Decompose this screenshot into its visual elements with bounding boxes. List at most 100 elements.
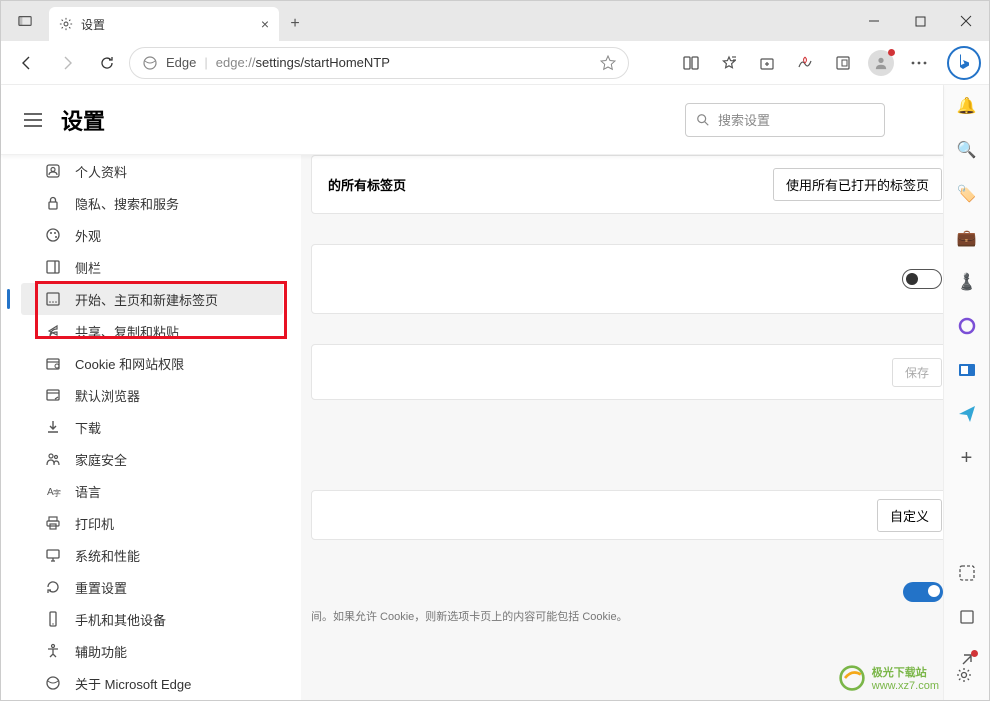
office-icon[interactable] (952, 311, 982, 341)
forward-button (49, 45, 85, 81)
profile-avatar[interactable] (863, 45, 899, 81)
add-sidebar-icon[interactable]: + (952, 443, 982, 473)
bell-icon[interactable]: 🔔 (952, 91, 982, 121)
edge-sidebar: 🔔 🔍 🏷️ 💼 ♟️ + (943, 85, 989, 700)
search-placeholder: 搜索设置 (718, 110, 770, 129)
search-settings-input[interactable]: 搜索设置 (685, 103, 885, 137)
sidebar-item-label: 默认浏览器 (75, 386, 140, 405)
collections-icon[interactable] (749, 45, 785, 81)
outlook-icon[interactable] (952, 355, 982, 385)
sidebar-item-cookie[interactable]: Cookie 和网站权限 (21, 347, 283, 379)
shopping-tag-icon[interactable]: 🏷️ (952, 179, 982, 209)
sidebar-item-label: 打印机 (75, 514, 114, 533)
save-card: 保存 (311, 344, 959, 400)
use-all-tabs-button[interactable]: 使用所有已打开的标签页 (773, 168, 942, 201)
split-screen-icon[interactable] (673, 45, 709, 81)
sidebar-item-printer[interactable]: 打印机 (21, 507, 283, 539)
close-window-button[interactable] (943, 1, 989, 41)
sidebar-item-label: 家庭安全 (75, 450, 127, 469)
sidebar-item-label: 隐私、搜索和服务 (75, 194, 179, 213)
watermark: 极光下载站 www.xz7.com (838, 664, 939, 692)
appearance-icon (45, 227, 61, 243)
tab-title: 设置 (81, 16, 105, 33)
window-controls (851, 1, 989, 41)
lock-icon (45, 195, 61, 211)
sidebar-item-label: Cookie 和网站权限 (75, 354, 184, 373)
language-icon: A字 (45, 483, 61, 499)
favorite-star-icon[interactable] (600, 55, 616, 71)
sidebar-item-download[interactable]: 下载 (21, 411, 283, 443)
sidebar-item-language[interactable]: A字语言 (21, 475, 283, 507)
printer-icon (45, 515, 61, 531)
bing-sidebar-button[interactable] (947, 46, 981, 80)
svg-text:字: 字 (53, 488, 61, 498)
close-tab-icon[interactable]: × (261, 16, 269, 32)
settings-nav: 个人资料隐私、搜索和服务外观侧栏开始、主页和新建标签页共享、复制和粘贴 Cooki… (1, 155, 301, 700)
tab-actions-icon[interactable] (1, 1, 49, 41)
reset-icon (45, 579, 61, 595)
performance-icon[interactable] (787, 45, 823, 81)
search-icon (696, 113, 710, 127)
new-tab-button[interactable]: + (279, 7, 311, 41)
toggle-on[interactable] (903, 582, 943, 602)
accessibility-icon (45, 643, 61, 659)
sidebar-item-appearance[interactable]: 外观 (21, 219, 283, 251)
system-icon (45, 547, 61, 563)
download-icon (45, 419, 61, 435)
browser-icon (45, 387, 61, 403)
minimize-button[interactable] (851, 1, 897, 41)
sidebar-item-lock[interactable]: 隐私、搜索和服务 (21, 187, 283, 219)
sidebar-item-phone[interactable]: 手机和其他设备 (21, 603, 283, 635)
sidebar-item-share[interactable]: 共享、复制和粘贴 (21, 315, 283, 347)
phone-icon (45, 611, 61, 627)
sidebar-item-label: 个人资料 (75, 162, 127, 181)
more-menu-icon[interactable] (901, 45, 937, 81)
sidebar-item-sidebar[interactable]: 侧栏 (21, 251, 283, 283)
briefcase-icon[interactable]: 💼 (952, 223, 982, 253)
browser-toolbar: Edge | edge://settings/startHomeNTP (1, 41, 989, 85)
sidebar-item-label: 共享、复制和粘贴 (75, 322, 179, 341)
sidebar-item-about[interactable]: 关于 Microsoft Edge (21, 667, 283, 699)
hamburger-menu-icon[interactable] (19, 106, 47, 134)
toggle-off[interactable] (902, 269, 942, 289)
page-title: 设置 (61, 104, 105, 136)
sidebar-item-family[interactable]: 家庭安全 (21, 443, 283, 475)
send-icon[interactable] (952, 399, 982, 429)
customize-button[interactable]: 自定义 (877, 499, 942, 532)
maximize-button[interactable] (897, 1, 943, 41)
about-icon (45, 675, 61, 691)
toggle-card-1 (311, 244, 959, 314)
sidebar-item-reset[interactable]: 重置设置 (21, 571, 283, 603)
sidebar-item-label: 重置设置 (75, 578, 127, 597)
search-sidebar-icon[interactable]: 🔍 (952, 135, 982, 165)
history-sidebar-icon[interactable] (952, 602, 982, 632)
sidebar-item-profile[interactable]: 个人资料 (21, 155, 283, 187)
address-bar[interactable]: Edge | edge://settings/startHomeNTP (129, 47, 629, 79)
back-button[interactable] (9, 45, 45, 81)
sidebar-item-label: 语言 (75, 482, 101, 501)
card-label: 的所有标签页 (328, 175, 406, 194)
screenshot-icon[interactable] (952, 558, 982, 588)
refresh-button[interactable] (89, 45, 125, 81)
settings-header: 设置 搜索设置 (1, 85, 943, 155)
customize-card: 自定义 (311, 490, 959, 540)
favorites-icon[interactable] (711, 45, 747, 81)
sidebar-item-accessibility[interactable]: 辅助功能 (21, 635, 283, 667)
toggle-card-2: 间。如果允许 Cookie，则新选项卡页上的内容可能包括 Cookie。 (311, 570, 959, 630)
title-bar: 设置 × + (1, 1, 989, 41)
cookie-icon (45, 355, 61, 371)
sidebar-item-label: 外观 (75, 226, 101, 245)
sidebar-item-system[interactable]: 系统和性能 (21, 539, 283, 571)
share-icon (45, 323, 61, 339)
extensions-icon[interactable] (825, 45, 861, 81)
watermark-text1: 极光下载站 (872, 664, 939, 680)
edge-logo-icon (142, 55, 158, 71)
tabs-card: 的所有标签页 使用所有已打开的标签页 (311, 155, 959, 214)
sidebar-item-label: 侧栏 (75, 258, 101, 277)
games-icon[interactable]: ♟️ (952, 267, 982, 297)
sidebar-item-browser[interactable]: 默认浏览器 (21, 379, 283, 411)
settings-sidebar-icon[interactable] (949, 660, 979, 690)
site-identity: Edge (166, 55, 196, 70)
browser-tab[interactable]: 设置 × (49, 7, 279, 41)
sidebar-item-start[interactable]: 开始、主页和新建标签页 (21, 283, 283, 315)
